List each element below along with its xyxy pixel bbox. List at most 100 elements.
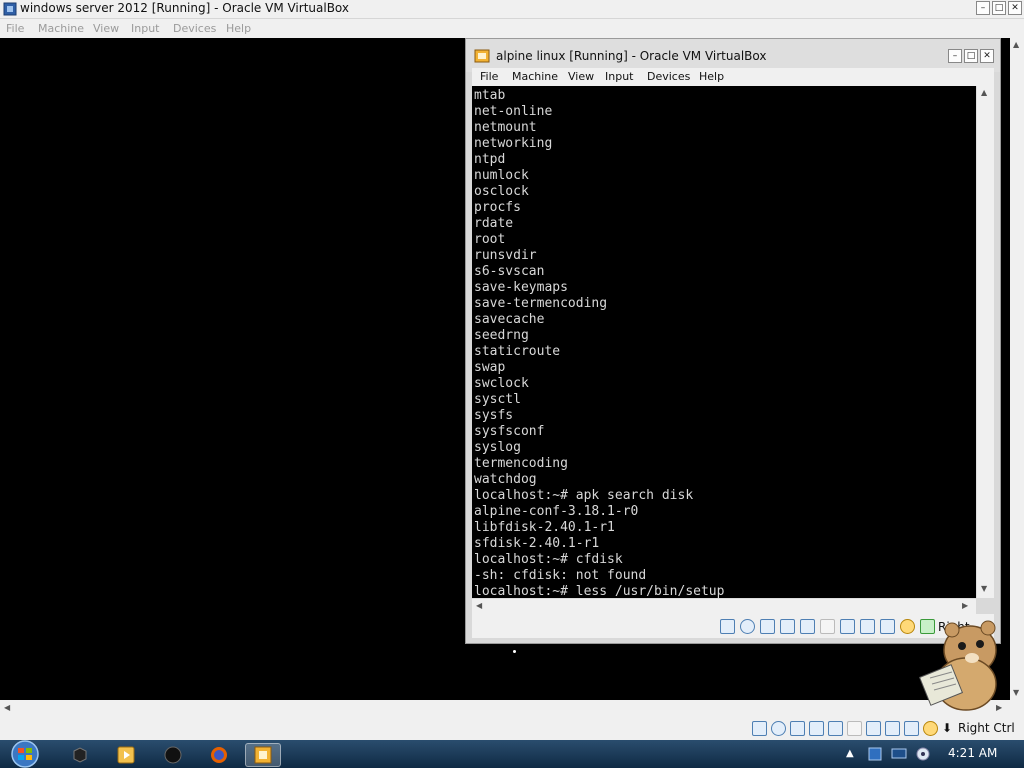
- taskbar-media-button[interactable]: [108, 743, 144, 767]
- taskbar-sphere-button[interactable]: [155, 743, 191, 767]
- terminal-line: mtab: [474, 88, 506, 103]
- cpu-icon[interactable]: [904, 721, 919, 736]
- terminal-line: sysfs: [474, 408, 514, 423]
- terminal-screen[interactable]: mtab net-online netmount networking ntpd…: [472, 86, 976, 598]
- recording-icon[interactable]: [885, 721, 900, 736]
- hard-disk-icon[interactable]: [720, 619, 735, 634]
- recording-icon[interactable]: [860, 619, 875, 634]
- outer-status-bar: ⬇ Right Ctrl: [0, 716, 1024, 740]
- scroll-down-icon[interactable]: ▼: [981, 584, 987, 593]
- terminal-line: watchdog: [474, 472, 537, 487]
- outer-menu-bar: File Machine View Input Devices Help: [0, 19, 1024, 38]
- inner-vm-window[interactable]: alpine linux [Running] - Oracle VM Virtu…: [465, 38, 1001, 644]
- terminal-line: procfs: [474, 200, 521, 215]
- outer-menu-machine[interactable]: Machine: [38, 22, 84, 35]
- mascot-image: [918, 620, 997, 711]
- close-button[interactable]: ✕: [1008, 1, 1022, 15]
- arrow-icon: ⬇: [942, 721, 953, 735]
- audio-icon[interactable]: [760, 619, 775, 634]
- terminal-line: s6-svscan: [474, 264, 545, 279]
- terminal-line: osclock: [474, 184, 529, 199]
- scroll-up-icon[interactable]: ▲: [1013, 40, 1019, 49]
- inner-vertical-scrollbar[interactable]: ▲ ▼: [976, 86, 994, 598]
- hard-disk-icon[interactable]: [752, 721, 767, 736]
- tray-expand-icon[interactable]: ▲: [846, 748, 854, 759]
- terminal-line: seedrng: [474, 328, 529, 343]
- inner-status-bar: Right: [472, 614, 994, 638]
- taskbar-firefox-button[interactable]: [201, 743, 237, 767]
- mouse-integration-icon[interactable]: [923, 721, 938, 736]
- outer-vertical-scrollbar[interactable]: ▲ ▼: [1010, 38, 1024, 716]
- terminal-line: sysctl: [474, 392, 521, 407]
- scroll-left-icon[interactable]: ◀: [4, 703, 10, 712]
- terminal-line: rdate: [474, 216, 514, 231]
- cpu-icon[interactable]: [880, 619, 895, 634]
- terminal-line: savecache: [474, 312, 545, 327]
- terminal-line: net-online: [474, 104, 553, 119]
- maximize-button[interactable]: □: [992, 1, 1006, 15]
- inner-menu-devices[interactable]: Devices: [647, 70, 690, 83]
- terminal-line: swap: [474, 360, 506, 375]
- scroll-left-icon[interactable]: ◀: [476, 601, 482, 610]
- outer-window-title: windows server 2012 [Running] - Oracle V…: [20, 1, 349, 15]
- start-button-icon[interactable]: [6, 740, 44, 768]
- terminal-line: localhost:~# cfdisk: [474, 552, 623, 567]
- network-icon[interactable]: [809, 721, 824, 736]
- terminal-line: ntpd: [474, 152, 506, 167]
- optical-drive-icon[interactable]: [740, 619, 755, 634]
- scroll-down-icon[interactable]: ▼: [1013, 688, 1019, 697]
- display-icon[interactable]: [840, 619, 855, 634]
- inner-menu-bar: File Machine View Input Devices Help: [472, 68, 994, 86]
- inner-horizontal-scrollbar[interactable]: ◀ ▶: [472, 598, 976, 614]
- outer-horizontal-scrollbar[interactable]: ◀ ▶: [0, 700, 1010, 716]
- scroll-up-icon[interactable]: ▲: [981, 88, 987, 97]
- terminal-line: localhost:~# less /usr/bin/setup: [474, 584, 725, 598]
- audio-icon[interactable]: [790, 721, 805, 736]
- outer-menu-help[interactable]: Help: [226, 22, 251, 35]
- inner-menu-input[interactable]: Input: [605, 70, 633, 83]
- inner-minimize-button[interactable]: –: [948, 49, 962, 63]
- firefox-icon: [211, 747, 227, 763]
- shared-folders-icon[interactable]: [820, 619, 835, 634]
- outer-menu-view[interactable]: View: [93, 22, 119, 35]
- minimize-button[interactable]: –: [976, 1, 990, 15]
- terminal-line: swclock: [474, 376, 529, 391]
- inner-maximize-button[interactable]: □: [964, 49, 978, 63]
- terminal-line: numlock: [474, 168, 529, 183]
- taskbar-cmd-button[interactable]: [62, 743, 98, 767]
- usb-icon[interactable]: [800, 619, 815, 634]
- tray-network-icon[interactable]: [866, 745, 884, 763]
- taskbar-virtualbox-button[interactable]: [245, 743, 281, 767]
- tray-monitor-icon[interactable]: [890, 745, 908, 763]
- display-icon[interactable]: [866, 721, 881, 736]
- outer-menu-file[interactable]: File: [6, 22, 24, 35]
- host-key-label: Right Ctrl: [958, 721, 1015, 735]
- terminal-line: libfdisk-2.40.1-r1: [474, 520, 615, 535]
- tray-volume-icon[interactable]: [914, 745, 932, 763]
- inner-menu-machine[interactable]: Machine: [512, 70, 558, 83]
- inner-menu-help[interactable]: Help: [699, 70, 724, 83]
- taskbar: ▲ 4:21 AM: [0, 740, 1024, 768]
- terminal-line: staticroute: [474, 344, 561, 359]
- outer-menu-input[interactable]: Input: [131, 22, 159, 35]
- inner-menu-view[interactable]: View: [568, 70, 594, 83]
- taskbar-clock[interactable]: 4:21 AM: [948, 746, 997, 760]
- inner-menu-file[interactable]: File: [480, 70, 498, 83]
- inner-close-button[interactable]: ✕: [980, 49, 994, 63]
- media-player-icon: [117, 746, 135, 764]
- network-icon[interactable]: [780, 619, 795, 634]
- usb-icon[interactable]: [828, 721, 843, 736]
- scroll-right-icon[interactable]: ▶: [962, 601, 968, 610]
- terminal-line: save-termencoding: [474, 296, 608, 311]
- outer-title-bar: windows server 2012 [Running] - Oracle V…: [0, 0, 1024, 19]
- mouse-integration-icon[interactable]: [900, 619, 915, 634]
- terminal-line: sysfsconf: [474, 424, 545, 439]
- inner-window-title: alpine linux [Running] - Oracle VM Virtu…: [496, 49, 767, 63]
- terminal-line: sfdisk-2.40.1-r1: [474, 536, 600, 551]
- shared-folders-icon[interactable]: [847, 721, 862, 736]
- terminal-line: runsvdir: [474, 248, 537, 263]
- optical-drive-icon[interactable]: [771, 721, 786, 736]
- terminal-line: -sh: cfdisk: not found: [474, 568, 647, 583]
- terminal-line: save-keymaps: [474, 280, 568, 295]
- outer-menu-devices[interactable]: Devices: [173, 22, 216, 35]
